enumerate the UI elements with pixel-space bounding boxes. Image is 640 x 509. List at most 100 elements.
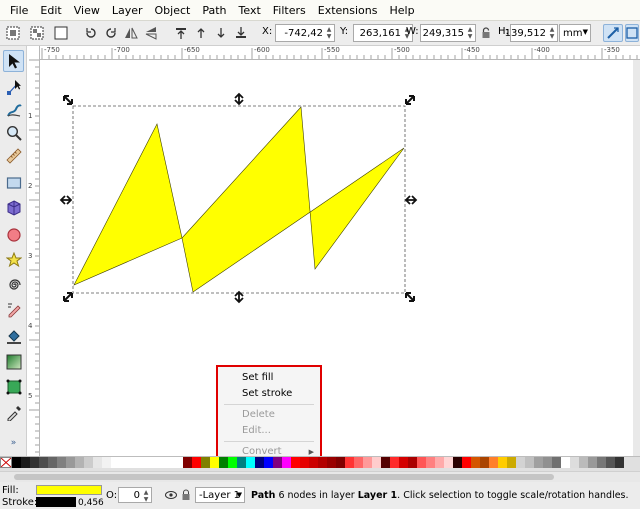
palette-swatch[interactable]: [147, 457, 156, 468]
node-tool-icon[interactable]: [3, 76, 24, 98]
palette-swatch[interactable]: [12, 457, 21, 468]
opacity-spinner-icon[interactable]: ▲ ▼: [142, 489, 150, 503]
palette-swatch[interactable]: [390, 457, 399, 468]
scale-handle-bottom-center-icon[interactable]: [234, 290, 244, 304]
palette-swatch[interactable]: [201, 457, 210, 468]
palette-swatch[interactable]: [102, 457, 111, 468]
palette-swatch[interactable]: [138, 457, 147, 468]
palette-swatch[interactable]: [21, 457, 30, 468]
palette-swatch[interactable]: [300, 457, 309, 468]
palette-swatch[interactable]: [255, 457, 264, 468]
x-field[interactable]: -742,42 ▲ ▼: [275, 24, 335, 42]
palette-swatch[interactable]: [327, 457, 336, 468]
more-tools-icon[interactable]: »: [3, 432, 24, 454]
scale-handle-bottom-left-icon[interactable]: [63, 292, 73, 302]
y-field[interactable]: 263,161 ▲ ▼: [353, 24, 413, 42]
palette-swatch[interactable]: [408, 457, 417, 468]
menu-text[interactable]: Text: [233, 4, 267, 17]
lower-to-bottom-icon[interactable]: [232, 24, 250, 42]
h-spinner-icon[interactable]: ▲ ▼: [548, 26, 556, 40]
select-all-icon[interactable]: [4, 24, 22, 42]
palette-swatch[interactable]: [561, 457, 570, 468]
zoom-tool-icon[interactable]: [3, 122, 24, 144]
palette-swatch[interactable]: [93, 457, 102, 468]
paint-bucket-tool-icon[interactable]: [3, 326, 24, 348]
menu-path[interactable]: Path: [196, 4, 232, 17]
palette-swatch[interactable]: [354, 457, 363, 468]
palette-swatch[interactable]: [516, 457, 525, 468]
palette-swatch[interactable]: [507, 457, 516, 468]
palette-swatch[interactable]: [498, 457, 507, 468]
palette-swatch[interactable]: [453, 457, 462, 468]
layer-lock-icon[interactable]: [181, 489, 191, 504]
palette-swatch[interactable]: [336, 457, 345, 468]
flip-vertical-icon[interactable]: [142, 24, 160, 42]
h-field[interactable]: 139,512 ▲ ▼: [505, 24, 558, 42]
ellipse-tool-icon[interactable]: [3, 224, 24, 246]
opacity-field[interactable]: 0 ▲ ▼: [118, 487, 152, 503]
w-field[interactable]: 249,315 ▲ ▼: [420, 24, 476, 42]
scale-stroke-icon[interactable]: [603, 24, 623, 42]
palette-swatch[interactable]: [165, 457, 174, 468]
palette-swatch[interactable]: [246, 457, 255, 468]
palette-swatch[interactable]: [606, 457, 615, 468]
scale-handle-middle-left-icon[interactable]: [59, 195, 73, 205]
horizontal-ruler[interactable]: -750-700-650-600-550-500-450-400-350-300…: [40, 46, 640, 60]
3d-box-tool-icon[interactable]: [3, 197, 24, 219]
palette-swatch[interactable]: [111, 457, 120, 468]
rectangle-tool-icon[interactable]: [3, 172, 24, 194]
star-tool-icon[interactable]: [3, 249, 24, 271]
w-spinner-icon[interactable]: ▲ ▼: [466, 26, 474, 40]
palette-swatch[interactable]: [57, 457, 66, 468]
palette-swatch[interactable]: [435, 457, 444, 468]
layer-visibility-icon[interactable]: [165, 490, 177, 503]
rotate-ccw-icon[interactable]: [82, 24, 100, 42]
palette-swatch[interactable]: [489, 457, 498, 468]
palette-swatch[interactable]: [480, 457, 489, 468]
palette-swatch[interactable]: [291, 457, 300, 468]
palette-swatch[interactable]: [192, 457, 201, 468]
x-spinner-icon[interactable]: ▲ ▼: [325, 26, 333, 40]
palette-swatch[interactable]: [66, 457, 75, 468]
palette-swatch[interactable]: [399, 457, 408, 468]
palette-swatch[interactable]: [282, 457, 291, 468]
menu-object[interactable]: Object: [149, 4, 197, 17]
palette-swatch[interactable]: [534, 457, 543, 468]
palette-swatch[interactable]: [552, 457, 561, 468]
mesh-tool-icon[interactable]: [3, 376, 24, 398]
deselect-icon[interactable]: [52, 24, 70, 42]
measure-tool-icon[interactable]: [3, 145, 24, 167]
palette-swatch[interactable]: [30, 457, 39, 468]
menu-view[interactable]: View: [68, 4, 106, 17]
palette-scrollbar[interactable]: [0, 471, 640, 482]
palette-swatch[interactable]: [570, 457, 579, 468]
raise-icon[interactable]: [192, 24, 210, 42]
menu-layer[interactable]: Layer: [106, 4, 149, 17]
palette-swatch[interactable]: [615, 457, 624, 468]
palette-scrollbar-thumb[interactable]: [14, 474, 554, 480]
palette-swatch[interactable]: [48, 457, 57, 468]
menu-item-set-stroke[interactable]: Set stroke: [218, 386, 320, 402]
menu-extensions[interactable]: Extensions: [312, 4, 384, 17]
pencil-tool-icon[interactable]: [3, 299, 24, 321]
zigzag-path-shape[interactable]: [73, 106, 405, 293]
palette-swatch[interactable]: [543, 457, 552, 468]
palette-swatch[interactable]: [525, 457, 534, 468]
menu-filters[interactable]: Filters: [267, 4, 312, 17]
gradient-tool-icon[interactable]: [3, 351, 24, 373]
unit-select[interactable]: mm ▼: [559, 24, 591, 42]
palette-swatch[interactable]: [426, 457, 435, 468]
palette-swatch[interactable]: [597, 457, 606, 468]
stroke-width-value[interactable]: 0,456: [78, 498, 104, 508]
palette-swatch[interactable]: [210, 457, 219, 468]
selector-tool-icon[interactable]: [3, 50, 24, 72]
scale-handle-top-left-icon[interactable]: [63, 95, 73, 105]
palette-swatch[interactable]: [309, 457, 318, 468]
palette-swatch[interactable]: [219, 457, 228, 468]
scale-handle-middle-right-icon[interactable]: [404, 195, 418, 205]
palette-swatch[interactable]: [372, 457, 381, 468]
palette-swatch[interactable]: [183, 457, 192, 468]
flip-horizontal-icon[interactable]: [122, 24, 140, 42]
palette-swatch[interactable]: [381, 457, 390, 468]
menu-file[interactable]: File: [4, 4, 34, 17]
